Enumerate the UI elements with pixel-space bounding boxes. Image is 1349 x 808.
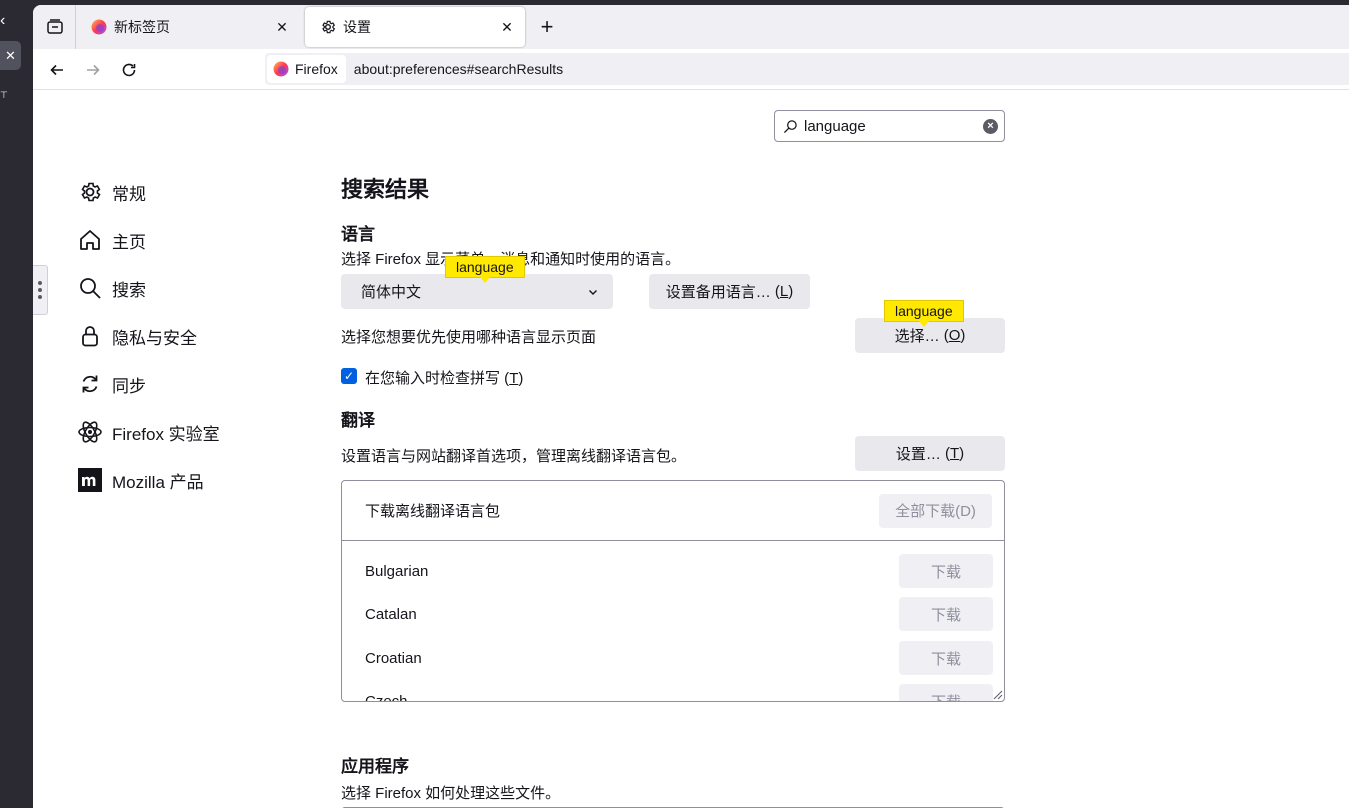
sidebar-item-label: 搜索 xyxy=(112,280,146,300)
firefox-logo-icon xyxy=(273,61,289,77)
preferences-search-input[interactable]: language × xyxy=(774,110,1005,142)
access-key: O xyxy=(948,327,961,344)
download-button[interactable]: 下载 xyxy=(899,554,993,588)
language-select-value: 简体中文 xyxy=(361,284,422,301)
url-bar[interactable]: Firefox about:preferences#searchResults xyxy=(265,53,1349,85)
language-name: Czech xyxy=(365,692,408,702)
list-item: Catalan 下载 xyxy=(365,596,993,632)
chevron-left-icon[interactable]: ‹ xyxy=(0,10,12,32)
alternative-languages-button[interactable]: 设置备用语言… (L) xyxy=(649,274,810,309)
identity-box[interactable]: Firefox xyxy=(267,55,346,83)
sidebar-item-privacy[interactable]: 隐私与安全 xyxy=(77,312,297,360)
sync-icon xyxy=(77,371,103,397)
translation-panel-header: 下载离线翻译语言包 全部下载(D) xyxy=(342,481,1004,541)
clear-search-icon[interactable]: × xyxy=(983,118,998,134)
close-tab-icon[interactable]: ✕ xyxy=(499,19,515,35)
applications-description: 选择 Firefox 如何处理这些文件。 xyxy=(341,785,561,802)
search-highlight-tooltip: language xyxy=(445,256,525,283)
language-name: Catalan xyxy=(365,605,417,623)
firefox-view-icon xyxy=(47,19,63,34)
firefox-view-button[interactable] xyxy=(41,13,69,41)
arrow-right-icon xyxy=(87,64,100,76)
preferences-page: language × 常规 主页 搜索 隐私与安全 同步 Firefox 实验室… xyxy=(33,90,1349,808)
tab-title: 新标签页 xyxy=(114,19,170,35)
sidebar-item-general[interactable]: 常规 xyxy=(77,168,297,216)
navigation-toolbar: Firefox about:preferences#searchResults xyxy=(33,49,1349,90)
language-name: Croatian xyxy=(365,649,422,667)
button-label: 设置… xyxy=(895,446,941,463)
plus-icon: + xyxy=(540,14,554,39)
offline-translation-panel: 下载离线翻译语言包 全部下载(D) Bulgarian 下载 Catalan 下… xyxy=(341,480,1005,702)
forward-button[interactable] xyxy=(78,55,108,85)
list-item: Bulgarian 下载 xyxy=(365,553,993,589)
sidebar-item-label: 主页 xyxy=(112,232,146,252)
translation-heading: 翻译 xyxy=(341,411,375,430)
close-icon[interactable]: ✕ xyxy=(0,41,21,70)
lock-icon xyxy=(77,323,103,349)
url-text[interactable]: about:preferences#searchResults xyxy=(354,61,563,77)
access-key: L xyxy=(779,283,789,300)
checkmark-icon: ✓ xyxy=(343,369,355,383)
sidebar-item-search[interactable]: 搜索 xyxy=(77,264,297,312)
search-value[interactable]: language xyxy=(804,118,983,135)
choose-languages-button[interactable]: 选择… (O) xyxy=(855,318,1005,353)
sidebar-drag-handle[interactable] xyxy=(33,265,48,315)
translation-description: 设置语言与网站翻译首选项，管理离线翻译语言包。 xyxy=(341,448,687,465)
translation-settings-button[interactable]: 设置… (T) xyxy=(855,436,1005,471)
firefox-logo-icon xyxy=(91,19,107,35)
category-sidebar: 常规 主页 搜索 隐私与安全 同步 Firefox 实验室 Mozilla 产品 xyxy=(77,168,297,504)
spellcheck-checkbox[interactable]: ✓ xyxy=(341,368,357,384)
desktop-side-strip: ‹ ✕ ⊤ xyxy=(0,0,33,808)
sidebar-item-home[interactable]: 主页 xyxy=(77,216,297,264)
gear-icon xyxy=(77,179,103,205)
sidebar-item-firefox-labs[interactable]: Firefox 实验室 xyxy=(77,408,297,456)
close-tab-icon[interactable]: ✕ xyxy=(274,19,290,35)
chevron-down-icon xyxy=(589,289,597,295)
reload-icon xyxy=(122,63,136,77)
access-key: T xyxy=(950,445,960,462)
mozilla-icon xyxy=(77,467,103,493)
sidebar-item-label: 常规 xyxy=(112,184,146,204)
download-button[interactable]: 下载 xyxy=(899,684,993,701)
tab-bar: 新标签页 ✕ 设置 ✕ + xyxy=(33,5,1349,49)
sidebar-item-label: 同步 xyxy=(112,376,146,396)
strip-marker: ⊤ xyxy=(0,90,8,100)
applications-heading: 应用程序 xyxy=(341,757,409,776)
search-icon xyxy=(783,119,797,133)
new-tab-button[interactable]: + xyxy=(533,13,561,41)
panel-title: 下载离线翻译语言包 xyxy=(365,503,501,520)
spellcheck-label[interactable]: 在您输入时检查拼写 (T) xyxy=(365,367,523,388)
resize-grip-icon[interactable] xyxy=(993,690,1003,700)
tab-settings[interactable]: 设置 ✕ xyxy=(305,7,525,47)
gear-icon xyxy=(322,20,336,34)
list-item: Czech 下载 xyxy=(365,683,993,702)
language-heading: 语言 xyxy=(341,225,375,244)
sidebar-item-mozilla-products[interactable]: Mozilla 产品 xyxy=(77,456,297,504)
sidebar-item-label: Firefox 实验室 xyxy=(112,424,220,444)
search-icon xyxy=(77,275,103,301)
arrow-left-icon xyxy=(50,64,63,76)
atom-icon xyxy=(77,419,103,445)
list-item: Croatian 下载 xyxy=(365,640,993,676)
page-language-description: 选择您想要优先使用哪种语言显示页面 xyxy=(341,329,597,346)
reload-button[interactable] xyxy=(114,55,144,85)
sidebar-item-sync[interactable]: 同步 xyxy=(77,360,297,408)
identity-label: Firefox xyxy=(295,61,338,77)
download-all-button[interactable]: 全部下载(D) xyxy=(879,493,992,528)
search-highlight-tooltip: language xyxy=(884,300,964,327)
language-name: Bulgarian xyxy=(365,562,429,580)
button-label: 选择… xyxy=(894,328,940,345)
home-icon xyxy=(77,227,103,253)
page-title: 搜索结果 xyxy=(341,177,430,202)
back-button[interactable] xyxy=(42,55,72,85)
sidebar-item-label: 隐私与安全 xyxy=(112,328,197,348)
tab-new-tab[interactable]: 新标签页 ✕ xyxy=(76,7,300,47)
download-button[interactable]: 下载 xyxy=(899,597,993,631)
browser-window: 新标签页 ✕ 设置 ✕ + Firefox about:preferences#… xyxy=(33,5,1349,808)
sidebar-item-label: Mozilla 产品 xyxy=(112,472,204,492)
download-button[interactable]: 下载 xyxy=(899,641,993,675)
language-select[interactable]: 简体中文 xyxy=(341,274,613,309)
button-label: 设置备用语言… xyxy=(665,284,771,301)
tab-title: 设置 xyxy=(343,19,371,35)
